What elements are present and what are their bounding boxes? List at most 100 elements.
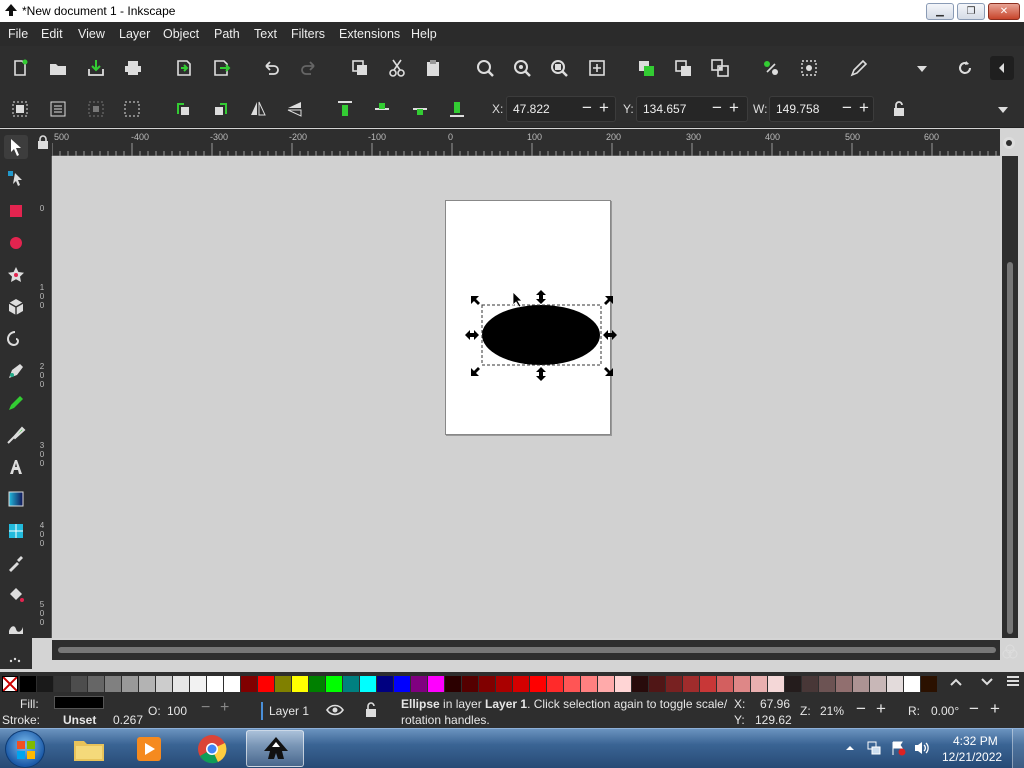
color-swatch[interactable]: [105, 676, 121, 692]
raise-to-top-icon[interactable]: [333, 97, 357, 121]
undo-icon[interactable]: [259, 56, 283, 80]
color-swatch[interactable]: [445, 676, 461, 692]
lower-to-bottom-icon[interactable]: [445, 97, 469, 121]
selector-tool-icon[interactable]: [4, 135, 28, 159]
x-increment-button[interactable]: +: [599, 97, 609, 119]
dropper-tool-icon[interactable]: [4, 551, 28, 575]
color-swatch[interactable]: [122, 676, 138, 692]
zoom-decrement-button[interactable]: −: [856, 699, 866, 719]
color-swatch[interactable]: [683, 676, 699, 692]
color-swatch[interactable]: [819, 676, 835, 692]
mesh-tool-icon[interactable]: [4, 519, 28, 543]
layer-lock-icon[interactable]: [364, 702, 378, 718]
ellipse-tool-icon[interactable]: [4, 231, 28, 255]
color-swatch[interactable]: [377, 676, 393, 692]
color-swatch[interactable]: [802, 676, 818, 692]
save-icon[interactable]: [84, 56, 108, 80]
select-all-layers-icon[interactable]: [46, 97, 70, 121]
color-swatch[interactable]: [343, 676, 359, 692]
tweak-tool-icon[interactable]: [4, 615, 28, 639]
color-swatch[interactable]: [785, 676, 801, 692]
lower-icon[interactable]: [408, 97, 432, 121]
color-swatch[interactable]: [275, 676, 291, 692]
no-paint-swatch[interactable]: [2, 676, 18, 692]
color-swatch[interactable]: [139, 676, 155, 692]
group-icon[interactable]: [634, 56, 658, 80]
palette-scroll-down-icon[interactable]: [979, 674, 995, 690]
color-swatch[interactable]: [190, 676, 206, 692]
fill-indicator[interactable]: [54, 696, 104, 709]
action-center-flag-icon[interactable]: [890, 740, 906, 756]
layer-dropdown[interactable]: Layer 1: [269, 704, 309, 718]
vertical-scrollbar[interactable]: [1002, 156, 1018, 638]
opacity-increment-button[interactable]: +: [220, 699, 229, 717]
color-swatch[interactable]: [496, 676, 512, 692]
y-decrement-button[interactable]: −: [712, 97, 722, 119]
spiral-tool-icon[interactable]: [4, 327, 28, 351]
color-swatch[interactable]: [20, 676, 36, 692]
horizontal-ruler[interactable]: 500 -400 -300 -200 -100 0 100 200 300 40…: [52, 129, 1000, 156]
flip-vertical-icon[interactable]: [283, 97, 307, 121]
export-icon[interactable]: [209, 56, 233, 80]
new-document-icon[interactable]: [8, 56, 32, 80]
transform-icon[interactable]: [759, 56, 783, 80]
maximize-button[interactable]: ❐: [957, 3, 985, 20]
color-swatch[interactable]: [411, 676, 427, 692]
selected-ellipse-group[interactable]: [462, 287, 622, 383]
rotation-field[interactable]: 0.00°: [931, 704, 959, 718]
volume-icon[interactable]: [913, 740, 931, 756]
color-swatch[interactable]: [632, 676, 648, 692]
clock-date[interactable]: 12/21/2022: [942, 750, 1002, 764]
menu-edit[interactable]: Edit: [41, 27, 63, 41]
color-swatch[interactable]: [326, 676, 342, 692]
menu-path[interactable]: Path: [214, 27, 240, 41]
spray-tool-icon[interactable]: [4, 645, 28, 669]
color-swatch[interactable]: [581, 676, 597, 692]
color-management-icon[interactable]: [1001, 643, 1019, 661]
close-button[interactable]: ✕: [988, 3, 1020, 20]
horizontal-scrollbar[interactable]: [52, 640, 1000, 660]
zoom-drawing-icon[interactable]: [510, 56, 534, 80]
3d-box-tool-icon[interactable]: [4, 295, 28, 319]
palette-scroll-up-icon[interactable]: [948, 674, 964, 690]
color-swatch[interactable]: [530, 676, 546, 692]
menu-file[interactable]: File: [8, 27, 28, 41]
rotate-cw-icon[interactable]: [209, 97, 233, 121]
y-increment-button[interactable]: +: [729, 97, 739, 119]
color-swatch[interactable]: [479, 676, 495, 692]
color-swatch[interactable]: [54, 676, 70, 692]
show-hidden-icons[interactable]: [845, 743, 855, 753]
color-swatch[interactable]: [615, 676, 631, 692]
lock-proportions-icon[interactable]: [887, 97, 911, 121]
color-swatch[interactable]: [717, 676, 733, 692]
color-swatch[interactable]: [547, 676, 563, 692]
import-icon[interactable]: [172, 56, 196, 80]
color-swatch[interactable]: [37, 676, 53, 692]
stroke-width[interactable]: 0.267: [113, 713, 143, 727]
visibility-eye-icon[interactable]: [326, 703, 344, 717]
deselect-icon[interactable]: [120, 97, 144, 121]
zoom-page-icon[interactable]: [547, 56, 571, 80]
stroke-indicator[interactable]: Unset: [63, 713, 96, 727]
raise-icon[interactable]: [370, 97, 394, 121]
chrome-icon[interactable]: [197, 734, 227, 764]
invert-selection-icon[interactable]: [84, 97, 108, 121]
zoom-fit-icon[interactable]: [585, 56, 609, 80]
rotate-ccw-icon[interactable]: [171, 97, 195, 121]
zoom-selection-icon[interactable]: [473, 56, 497, 80]
zoom-field[interactable]: 21%: [820, 704, 844, 718]
paint-bucket-tool-icon[interactable]: [4, 583, 28, 607]
align-icon[interactable]: [797, 56, 821, 80]
menu-extensions[interactable]: Extensions: [339, 27, 400, 41]
cut-icon[interactable]: [385, 56, 409, 80]
color-swatch[interactable]: [768, 676, 784, 692]
ungroup-icon[interactable]: [671, 56, 695, 80]
menu-filters[interactable]: Filters: [291, 27, 325, 41]
color-swatch[interactable]: [71, 676, 87, 692]
inkscape-taskbar-button[interactable]: [246, 730, 304, 767]
opacity-field[interactable]: 100: [167, 704, 187, 718]
color-swatch[interactable]: [564, 676, 580, 692]
x-decrement-button[interactable]: −: [582, 97, 592, 119]
color-swatch[interactable]: [700, 676, 716, 692]
color-swatch[interactable]: [88, 676, 104, 692]
